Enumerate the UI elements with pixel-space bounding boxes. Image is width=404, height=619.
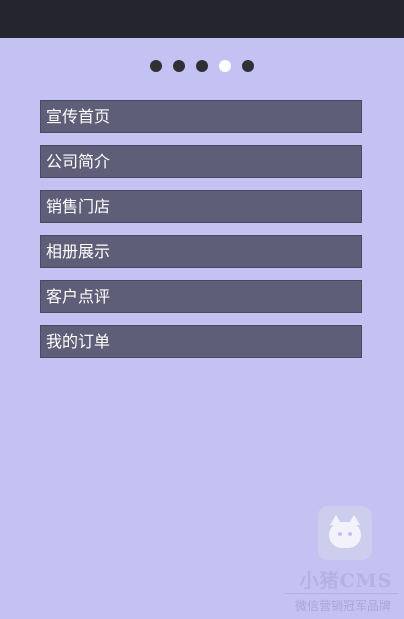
carousel-dot[interactable]: [196, 60, 208, 72]
menu-item-stores[interactable]: 销售门店: [40, 190, 362, 223]
page: 宣传首页 公司简介 销售门店 相册展示 客户点评 我的订单 小猪CMS 微信营销…: [0, 0, 404, 619]
menu-item-home[interactable]: 宣传首页: [40, 100, 362, 133]
watermark-title: 小猪CMS: [299, 570, 393, 592]
pig-face-icon: [318, 506, 372, 560]
top-bar: [0, 0, 404, 38]
carousel-dot[interactable]: [150, 60, 162, 72]
carousel-dot-active[interactable]: [219, 60, 231, 72]
menu-item-my-orders[interactable]: 我的订单: [40, 325, 362, 358]
watermark-divider: [284, 593, 398, 594]
carousel-dot[interactable]: [242, 60, 254, 72]
carousel-indicator: [0, 60, 404, 74]
carousel-dot[interactable]: [173, 60, 185, 72]
menu-item-album[interactable]: 相册展示: [40, 235, 362, 268]
menu-item-company-intro[interactable]: 公司简介: [40, 145, 362, 178]
main-menu: 宣传首页 公司简介 销售门店 相册展示 客户点评 我的订单: [40, 100, 362, 370]
watermark-subtitle: 微信营销冠军品牌: [294, 599, 391, 613]
menu-item-reviews[interactable]: 客户点评: [40, 280, 362, 313]
